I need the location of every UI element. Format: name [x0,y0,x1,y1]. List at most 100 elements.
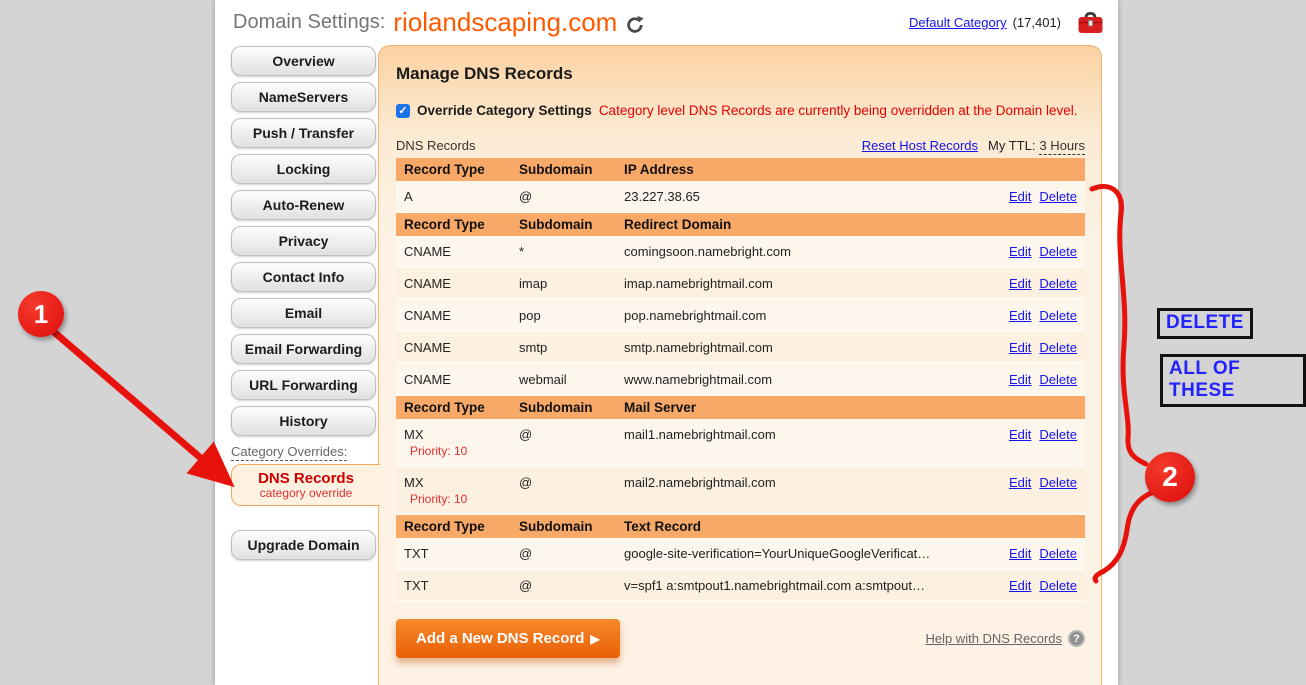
column-header: IP Address [616,158,985,181]
sidebar-item-contact-info[interactable]: Contact Info [231,262,376,292]
edit-link[interactable]: Edit [1009,276,1031,291]
annotation-note-all-of-these: ALL OF THESE [1160,354,1306,407]
ttl-value-link[interactable]: 3 Hours [1039,138,1085,155]
delete-link[interactable]: Delete [1039,189,1077,204]
edit-link[interactable]: Edit [1009,546,1031,561]
toolbox-icon[interactable] [1077,10,1104,35]
delete-link[interactable]: Delete [1039,546,1077,561]
edit-link[interactable]: Edit [1009,340,1031,355]
row-actions: Edit Delete [985,236,1085,266]
mx-priority-label: Priority: 10 [410,492,503,506]
subdomain-cell: @ [511,467,616,513]
table-section-header: Record TypeSubdomainRedirect Domain [396,213,1085,236]
dns-panel: Manage DNS Records ✓ Override Category S… [378,45,1102,685]
edit-link[interactable]: Edit [1009,578,1031,593]
record-type-cell: CNAME [396,236,511,266]
record-type-cell: CNAME [396,300,511,330]
table-row: CNAMEwebmailwww.namebrightmail.com Edit De… [396,364,1085,396]
record-value-cell: www.namebrightmail.com [616,364,985,394]
delete-link[interactable]: Delete [1039,578,1077,593]
dns-records-table-label: DNS Records [396,138,475,153]
sidebar-item-email[interactable]: Email [231,298,376,328]
table-row: A@23.227.38.65EditDelete [396,181,1085,213]
refresh-icon[interactable] [625,15,645,35]
page-title-label: Domain Settings: [233,11,385,34]
sidebar-item-privacy[interactable]: Privacy [231,226,376,256]
sidebar-item-push-transfer[interactable]: Push / Transfer [231,118,376,148]
delete-link[interactable]: Delete [1039,340,1077,355]
sidebar-item-url-forwarding[interactable]: URL Forwarding [231,370,376,400]
subdomain-cell: * [511,236,616,266]
column-header: Subdomain [511,213,616,236]
mx-priority-label: Priority: 10 [410,444,503,458]
record-type-cell: CNAME [396,332,511,362]
dns-records-label: DNS Records [232,470,380,487]
record-type-cell: CNAME [396,364,511,394]
row-actions: Edit Delete [985,467,1085,513]
column-header [985,158,1085,181]
sidebar-item-auto-renew[interactable]: Auto-Renew [231,190,376,220]
record-type-cell: MXPriority: 10 [396,419,511,465]
sidebar-item-nameservers[interactable]: NameServers [231,82,376,112]
delete-link[interactable]: Delete [1039,276,1077,291]
column-header [985,213,1085,236]
row-actions: Edit Delete [985,570,1085,600]
delete-link[interactable]: Delete [1039,244,1077,259]
annotation-step-2-badge: 2 [1145,452,1195,502]
record-value-cell: mail1.namebrightmail.com [616,419,985,465]
help-question-icon[interactable]: ? [1068,630,1085,647]
help-dns-records-link[interactable]: Help with DNS Records [925,631,1062,646]
category-overrides-label: Category Overrides: [231,444,380,459]
default-category-link[interactable]: Default Category [909,15,1007,30]
add-dns-record-button[interactable]: Add a New DNS Record▶ [396,619,620,658]
edit-link[interactable]: Edit [1009,189,1031,204]
delete-link[interactable]: Delete [1039,308,1077,323]
table-row: TXT@google-site-verification=YourUniqueG… [396,538,1085,570]
column-header: Subdomain [511,158,616,181]
record-type-cell: CNAME [396,268,511,298]
column-header: Record Type [396,515,511,538]
column-header [985,396,1085,419]
page-content: Overview NameServers Push / Transfer Lockin… [215,45,1118,685]
record-value-cell: 23.227.38.65 [616,181,985,211]
ttl-label: My TTL: [988,138,1035,153]
sidebar-item-dns-records[interactable]: DNS Records category override [231,464,380,506]
sidebar-item-history[interactable]: History [231,406,376,436]
table-row: MXPriority: 10@mail1.namebrightmail.comE… [396,419,1085,467]
page-card: Domain Settings: riolandscaping.com Defa… [215,0,1118,685]
delete-link[interactable]: Delete [1039,475,1077,490]
subdomain-cell: imap [511,268,616,298]
arrow-right-icon: ▶ [590,632,599,646]
record-value-cell: comingsoon.namebright.com [616,236,985,266]
subdomain-cell: webmail [511,364,616,394]
row-actions: Edit Delete [985,268,1085,298]
edit-link[interactable]: Edit [1009,244,1031,259]
sidebar-item-overview[interactable]: Overview [231,46,376,76]
record-type-cell: TXT [396,570,511,600]
column-header: Subdomain [511,515,616,538]
column-header: Record Type [396,213,511,236]
edit-link[interactable]: Edit [1009,372,1031,387]
reset-host-records-link[interactable]: Reset Host Records [862,138,978,153]
table-row: CNAMEpoppop.namebrightmail.comEditDelete [396,300,1085,332]
sidebar: Overview NameServers Push / Transfer Lockin… [231,46,380,566]
column-header: Record Type [396,158,511,181]
subdomain-cell: @ [511,570,616,600]
record-type-cell: TXT [396,538,511,568]
subdomain-cell: pop [511,300,616,330]
override-category-checkbox[interactable]: ✓ [396,104,410,118]
subdomain-cell: smtp [511,332,616,362]
record-type-cell: MXPriority: 10 [396,467,511,513]
delete-link[interactable]: Delete [1039,427,1077,442]
sidebar-item-locking[interactable]: Locking [231,154,376,184]
checkmark-icon: ✓ [398,104,407,117]
edit-link[interactable]: Edit [1009,475,1031,490]
sidebar-item-email-forwarding[interactable]: Email Forwarding [231,334,376,364]
sidebar-item-upgrade-domain[interactable]: Upgrade Domain [231,530,376,560]
row-actions: Edit Delete [985,364,1085,394]
delete-link[interactable]: Delete [1039,372,1077,387]
sidebar-buttons: Overview NameServers Push / Transfer Lockin… [231,46,380,436]
edit-link[interactable]: Edit [1009,308,1031,323]
annotation-arrow-1 [54,332,224,478]
edit-link[interactable]: Edit [1009,427,1031,442]
